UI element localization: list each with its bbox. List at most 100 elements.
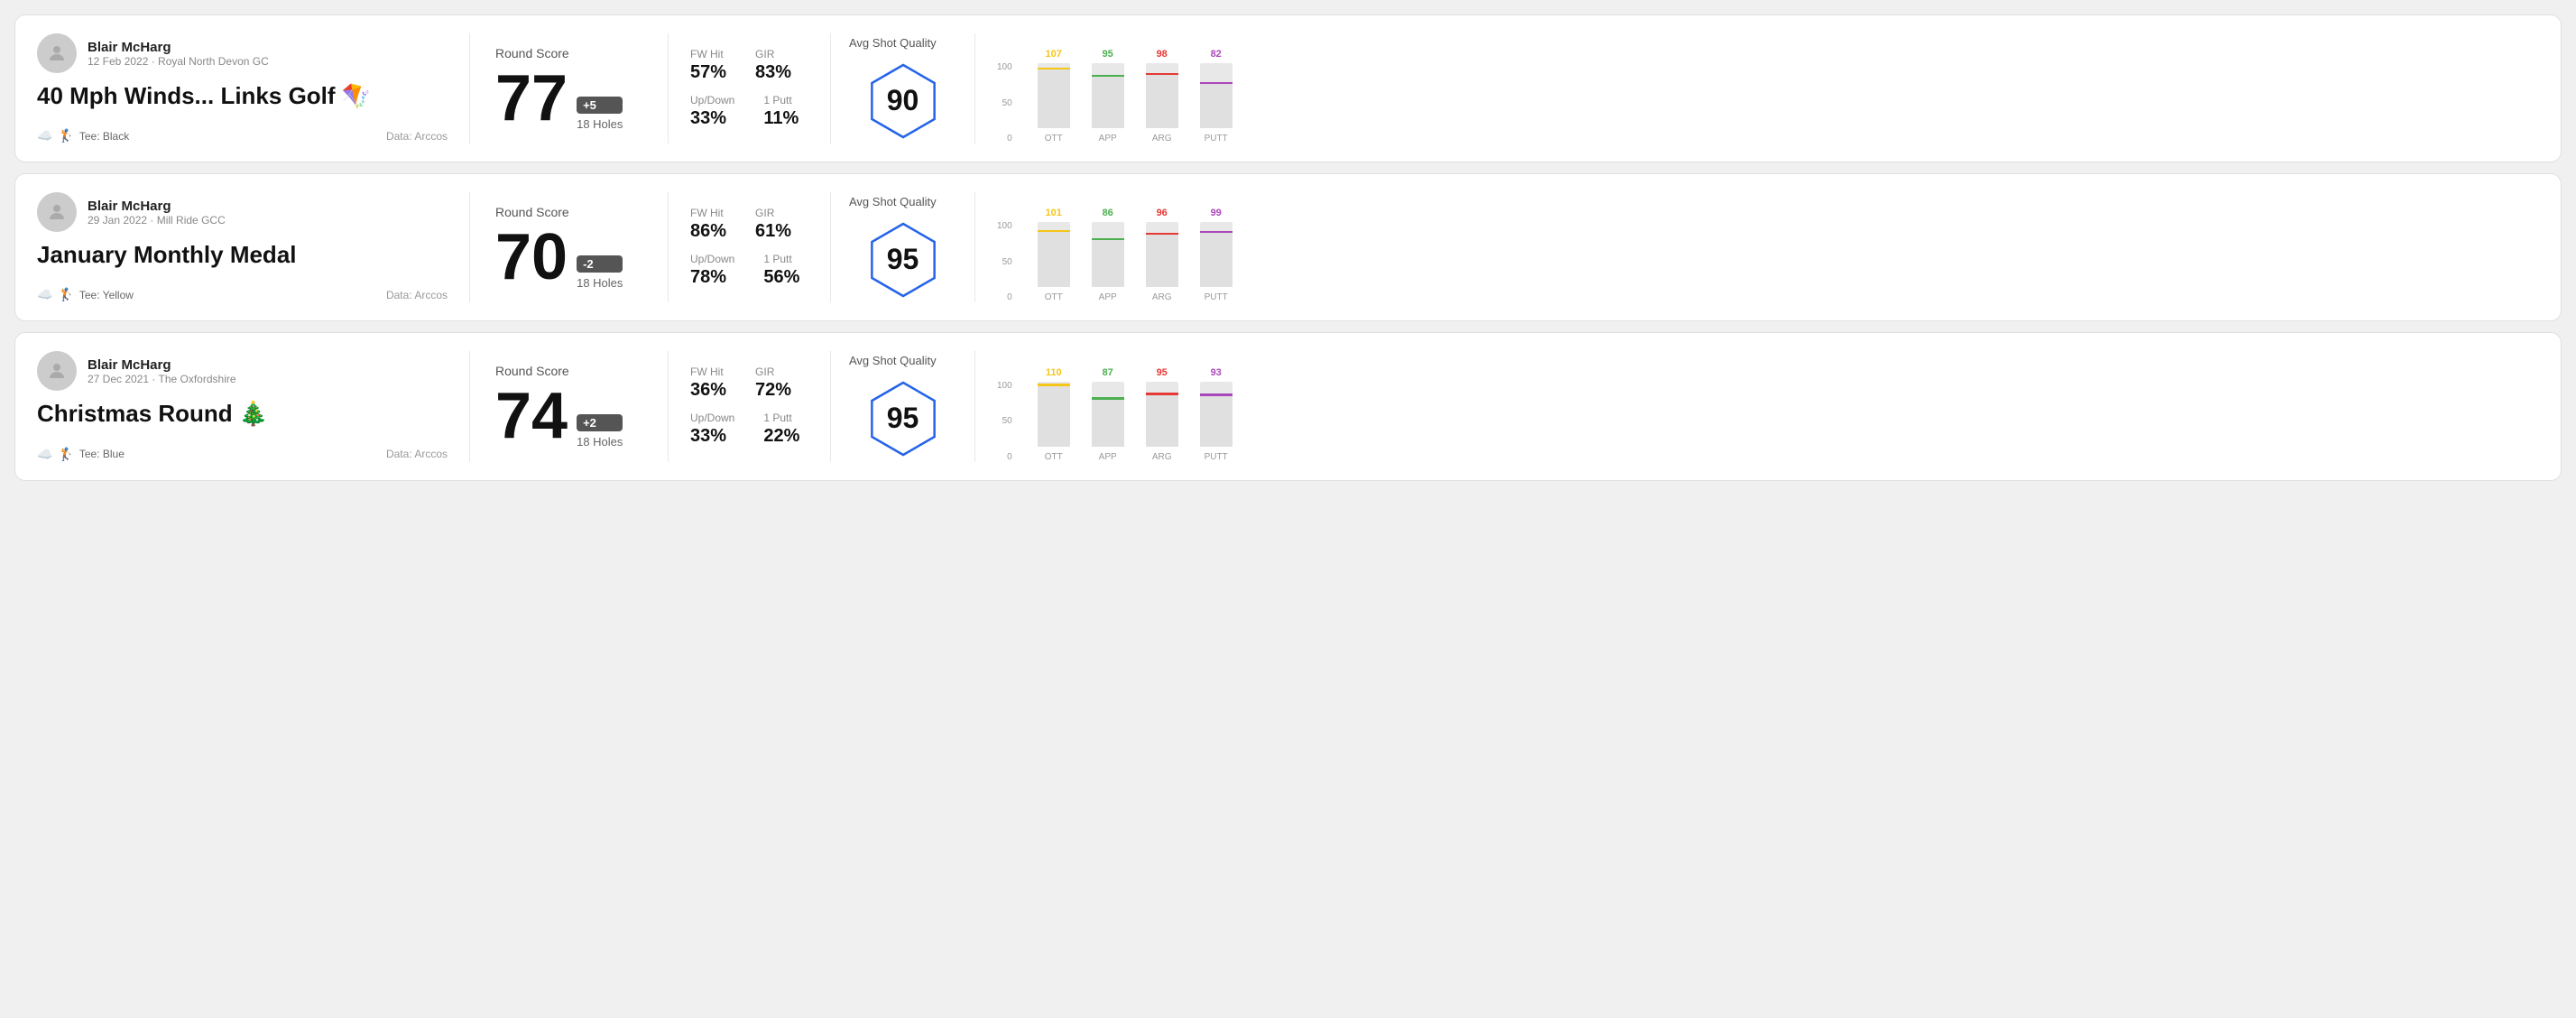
bar-line-putt bbox=[1200, 82, 1233, 85]
score-row: 77 +5 18 Holes bbox=[495, 66, 642, 131]
fw-hit-stat: FW Hit 86% bbox=[690, 207, 726, 242]
data-source: Data: Arccos bbox=[386, 448, 448, 460]
updown-stat: Up/Down 33% bbox=[690, 412, 734, 447]
fw-hit-label: FW Hit bbox=[690, 207, 726, 219]
bar-col-label-arg: ARG bbox=[1152, 134, 1172, 143]
oneputt-stat: 1 Putt 22% bbox=[763, 412, 799, 447]
fw-hit-label: FW Hit bbox=[690, 366, 726, 378]
round-title: 40 Mph Winds... Links Golf 🪁 bbox=[37, 82, 448, 110]
chart-col-arg: 98 ARG bbox=[1146, 49, 1178, 143]
bar-line-app bbox=[1092, 75, 1124, 78]
y-label-50: 50 bbox=[997, 98, 1012, 108]
tee-label: Tee: Black bbox=[79, 130, 129, 143]
score-section: Round Score 77 +5 18 Holes bbox=[470, 33, 669, 143]
y-label-0: 0 bbox=[997, 134, 1012, 143]
stats-row-bottom: Up/Down 33% 1 Putt 22% bbox=[690, 412, 808, 447]
bar-line-ott bbox=[1038, 230, 1070, 233]
bar-bg bbox=[1092, 238, 1124, 287]
bar-wrapper-app bbox=[1092, 382, 1124, 447]
y-label-100: 100 bbox=[997, 62, 1012, 72]
tee-info: ☁️ 🏌️ Tee: Black bbox=[37, 128, 129, 143]
chart-col-app: 86 APP bbox=[1092, 208, 1124, 302]
user-info: Blair McHarg 27 Dec 2021 · The Oxfordshi… bbox=[88, 357, 236, 385]
quality-score: 95 bbox=[887, 243, 919, 276]
gir-label: GIR bbox=[755, 366, 791, 378]
tee-label: Tee: Yellow bbox=[79, 289, 134, 301]
round-card-1: Blair McHarg 12 Feb 2022 · Royal North D… bbox=[14, 14, 2562, 162]
updown-label: Up/Down bbox=[690, 412, 734, 424]
score-badge-block: -2 18 Holes bbox=[577, 255, 623, 290]
user-header: Blair McHarg 29 Jan 2022 · Mill Ride GCC bbox=[37, 192, 448, 232]
chart-col-ott: 110 OTT bbox=[1038, 367, 1070, 462]
oneputt-stat: 1 Putt 11% bbox=[763, 94, 799, 129]
holes-label: 18 Holes bbox=[577, 117, 623, 131]
chart-col-putt: 99 PUTT bbox=[1200, 208, 1233, 302]
bar-bg bbox=[1200, 394, 1233, 447]
bar-chart: 100 50 0 110 OTT 87 APP 95 bbox=[997, 363, 2525, 462]
updown-value: 33% bbox=[690, 108, 734, 129]
avatar bbox=[37, 351, 77, 391]
updown-stat: Up/Down 33% bbox=[690, 94, 734, 129]
avatar bbox=[37, 192, 77, 232]
bar-bg bbox=[1200, 82, 1233, 128]
score-badge-block: +2 18 Holes bbox=[577, 414, 623, 449]
score-diff-badge: +2 bbox=[577, 414, 623, 431]
footer-row: ☁️ 🏌️ Tee: Blue Data: Arccos bbox=[37, 447, 448, 462]
round-title: January Monthly Medal bbox=[37, 241, 448, 269]
tee-label: Tee: Blue bbox=[79, 448, 125, 460]
stats-row-top: FW Hit 36% GIR 72% bbox=[690, 366, 808, 401]
bar-value-app: 86 bbox=[1103, 208, 1113, 218]
updown-stat: Up/Down 78% bbox=[690, 253, 734, 288]
y-label-0: 0 bbox=[997, 292, 1012, 302]
score-diff-badge: +5 bbox=[577, 97, 623, 114]
user-name: Blair McHarg bbox=[88, 40, 269, 55]
left-section: Blair McHarg 27 Dec 2021 · The Oxfordshi… bbox=[37, 351, 470, 461]
oneputt-label: 1 Putt bbox=[763, 412, 799, 424]
score-row: 74 +2 18 Holes bbox=[495, 384, 642, 449]
tee-icon: 🏌️ bbox=[58, 287, 73, 302]
bar-bg bbox=[1146, 233, 1178, 287]
bar-wrapper-ott bbox=[1038, 222, 1070, 287]
gir-value: 83% bbox=[755, 62, 791, 83]
oneputt-label: 1 Putt bbox=[763, 94, 799, 106]
bar-chart: 100 50 0 101 OTT 86 APP 96 bbox=[997, 203, 2525, 302]
bar-bg bbox=[1038, 384, 1070, 447]
quality-score: 95 bbox=[887, 402, 919, 435]
bar-col-label-app: APP bbox=[1099, 292, 1117, 302]
bar-col-label-arg: ARG bbox=[1152, 452, 1172, 462]
user-name: Blair McHarg bbox=[88, 357, 236, 373]
chart-col-ott: 107 OTT bbox=[1038, 49, 1070, 143]
data-source: Data: Arccos bbox=[386, 289, 448, 301]
bar-value-arg: 98 bbox=[1157, 49, 1168, 60]
stats-section: FW Hit 36% GIR 72% Up/Down 33% 1 Putt 22… bbox=[669, 351, 831, 461]
gir-stat: GIR 72% bbox=[755, 366, 791, 401]
fw-hit-value: 57% bbox=[690, 62, 726, 83]
bar-bg bbox=[1038, 230, 1070, 287]
round-score-label: Round Score bbox=[495, 364, 642, 378]
hexagon-container: 95 bbox=[863, 219, 944, 301]
bar-col-label-putt: PUTT bbox=[1205, 292, 1228, 302]
bar-line-putt bbox=[1200, 393, 1233, 396]
chart-col-arg: 95 ARG bbox=[1146, 367, 1178, 462]
left-section: Blair McHarg 29 Jan 2022 · Mill Ride GCC… bbox=[37, 192, 470, 302]
bar-value-ott: 101 bbox=[1046, 208, 1062, 218]
quality-section: Avg Shot Quality 95 bbox=[831, 351, 975, 461]
data-source: Data: Arccos bbox=[386, 130, 448, 143]
stats-row-bottom: Up/Down 78% 1 Putt 56% bbox=[690, 253, 808, 288]
bar-col-label-ott: OTT bbox=[1045, 292, 1063, 302]
gir-label: GIR bbox=[755, 48, 791, 60]
hexagon-container: 90 bbox=[863, 60, 944, 142]
updown-value: 78% bbox=[690, 267, 734, 288]
gir-stat: GIR 61% bbox=[755, 207, 791, 242]
bar-line-arg bbox=[1146, 233, 1178, 236]
score-section: Round Score 74 +2 18 Holes bbox=[470, 351, 669, 461]
round-card-2: Blair McHarg 29 Jan 2022 · Mill Ride GCC… bbox=[14, 173, 2562, 321]
footer-row: ☁️ 🏌️ Tee: Black Data: Arccos bbox=[37, 128, 448, 143]
chart-col-arg: 96 ARG bbox=[1146, 208, 1178, 302]
chart-col-putt: 82 PUTT bbox=[1200, 49, 1233, 143]
y-label-0: 0 bbox=[997, 452, 1012, 462]
fw-hit-stat: FW Hit 57% bbox=[690, 48, 726, 83]
bar-col-label-app: APP bbox=[1099, 452, 1117, 462]
bar-line-arg bbox=[1146, 393, 1178, 395]
round-score-label: Round Score bbox=[495, 205, 642, 219]
